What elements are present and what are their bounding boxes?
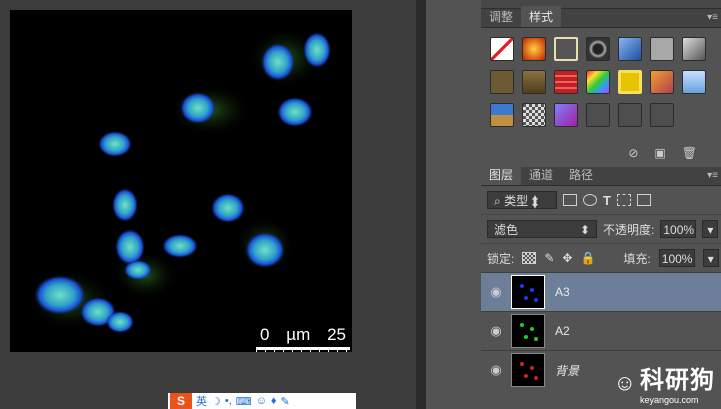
user-icon[interactable]: ☺ [256, 395, 267, 407]
tool-icon[interactable]: ✎ [281, 395, 290, 408]
layer-name[interactable]: A3 [555, 285, 570, 299]
smart-object-filter-icon[interactable] [636, 194, 651, 206]
layer-name[interactable]: 背景 [555, 362, 579, 379]
image-filter-icon[interactable] [563, 194, 577, 206]
lock-label: 锁定: [487, 251, 515, 266]
layers-menu-icon[interactable]: ▾≡ [707, 170, 718, 181]
style-red-glow[interactable] [522, 37, 546, 61]
logo-name: 科研狗 [640, 367, 715, 394]
filter-kind-select[interactable]: ⌕ 类型 ⬍ [487, 191, 557, 209]
blend-mode-select[interactable]: 滤色 ⬍ [487, 220, 597, 238]
style-purple[interactable] [554, 103, 578, 127]
layer-name[interactable]: A2 [555, 324, 570, 338]
lock-transparent-icon[interactable] [522, 252, 537, 264]
fill-dropdown-icon[interactable]: ▾ [702, 249, 719, 267]
tab-adjustments[interactable]: 调整 [481, 6, 521, 27]
style-light-blue[interactable] [682, 70, 706, 94]
moon-icon[interactable]: ☽ [211, 395, 221, 408]
opacity-input[interactable]: 100% [660, 220, 697, 238]
lock-all-icon[interactable]: 🔒 [580, 251, 595, 265]
styles-footer: ⊘ ▣ 🗑 [481, 146, 721, 164]
type-filter-icon[interactable]: T [603, 193, 611, 208]
layer-filter-row: ⌕ 类型 ⬍ T [481, 186, 721, 214]
logo-url: keyangou.com [640, 395, 699, 405]
lock-move-icon[interactable]: ✥ [562, 251, 572, 265]
canvas-area[interactable]: 0 µm 25 S 英 ☽ •, ⌨ ☺ ♦ ✎ [0, 0, 416, 409]
cell-image [30, 30, 331, 333]
sogou-logo-icon: S [170, 393, 192, 409]
style-empty-2[interactable] [618, 103, 642, 127]
punct-icon[interactable]: •, [225, 395, 232, 407]
right-panels: 调整 样式 ▾≡ ⊘ ▣ 🗑 图层 通道 路径 ▾≡ ⌕ 类型 ⬍ T 滤色 ⬍… [481, 0, 721, 409]
style-mosaic[interactable] [522, 103, 546, 127]
blend-mode-label: 滤色 [494, 223, 519, 237]
style-orange-gradient[interactable] [650, 70, 674, 94]
scale-bar: 0 µm 25 [256, 325, 350, 352]
new-style-icon[interactable]: ▣ [654, 146, 665, 164]
blend-row: 滤色 ⬍ 不透明度: 100% ▾ [481, 214, 721, 243]
layer-thumbnail [511, 314, 545, 348]
style-empty-3[interactable] [650, 103, 674, 127]
layer-row[interactable]: ◉ A2 [481, 311, 721, 350]
style-rainbow[interactable] [586, 70, 610, 94]
style-sky[interactable] [490, 103, 514, 127]
fill-input[interactable]: 100% [658, 249, 695, 267]
filter-kind-label: 类型 [504, 194, 529, 208]
document-image[interactable]: 0 µm 25 [10, 10, 352, 352]
styles-tabs: 调整 样式 ▾≡ [481, 6, 721, 28]
scale-end: 25 [327, 325, 346, 344]
updown-icon: ⬍ [579, 223, 590, 237]
shirt-icon[interactable]: ♦ [271, 395, 277, 407]
panel-menu-icon[interactable]: ▾≡ [707, 12, 718, 23]
style-blue-glass[interactable] [618, 37, 642, 61]
ime-toolbar[interactable]: S 英 ☽ •, ⌨ ☺ ♦ ✎ [168, 393, 356, 409]
panel-divider [416, 0, 426, 409]
adjustment-filter-icon[interactable] [583, 194, 597, 206]
layers-panel: 图层 通道 路径 ▾≡ ⌕ 类型 ⬍ T 滤色 ⬍ 不透明度: 100% ▾ 锁定… [481, 164, 721, 389]
style-brown-flat[interactable] [490, 70, 514, 94]
style-gray-bevel[interactable] [682, 37, 706, 61]
style-yellow-bevel[interactable] [618, 70, 642, 94]
style-outline[interactable] [554, 37, 578, 61]
scale-unit: µm [286, 325, 311, 344]
style-chrome-ring[interactable] [586, 37, 610, 61]
scale-start: 0 [260, 325, 270, 344]
opacity-label: 不透明度: [603, 222, 655, 237]
tab-channels[interactable]: 通道 [521, 164, 561, 185]
eye-icon[interactable]: ◉ [481, 323, 511, 339]
style-gray-flat[interactable] [650, 37, 674, 61]
layers-tabs: 图层 通道 路径 ▾≡ [481, 164, 721, 186]
layer-thumbnail [511, 275, 545, 309]
keyboard-icon[interactable]: ⌨ [236, 395, 252, 408]
fill-label: 填充: [623, 251, 651, 266]
ime-lang[interactable]: 英 [196, 393, 207, 409]
eye-icon[interactable]: ◉ [481, 284, 511, 300]
collapsed-panel-column [426, 0, 481, 409]
watermark-logo: ☺ 科研狗 keyangou.com [614, 360, 715, 405]
eye-icon[interactable]: ◉ [481, 362, 511, 378]
styles-grid [481, 28, 721, 131]
dog-logo-icon: ☺ [613, 369, 636, 395]
tab-layers[interactable]: 图层 [481, 164, 522, 185]
tab-paths[interactable]: 路径 [561, 164, 601, 185]
trash-icon[interactable]: 🗑 [682, 146, 697, 164]
shape-filter-icon[interactable] [616, 194, 631, 206]
style-empty-1[interactable] [586, 103, 610, 127]
style-red-stripes[interactable] [554, 70, 578, 94]
scale-ticks [256, 350, 350, 352]
lock-row: 锁定: ✎ ✥ 🔒 填充: 100% ▾ [481, 243, 721, 272]
layer-thumbnail [511, 353, 545, 387]
layer-row[interactable]: ◉ A3 [481, 272, 721, 311]
opacity-dropdown-icon[interactable]: ▾ [702, 220, 719, 238]
lock-brush-icon[interactable]: ✎ [544, 251, 554, 265]
clear-style-icon[interactable]: ⊘ [628, 146, 638, 164]
style-none[interactable] [490, 37, 514, 61]
style-brown-texture[interactable] [522, 70, 546, 94]
tab-styles[interactable]: 样式 [521, 6, 562, 27]
